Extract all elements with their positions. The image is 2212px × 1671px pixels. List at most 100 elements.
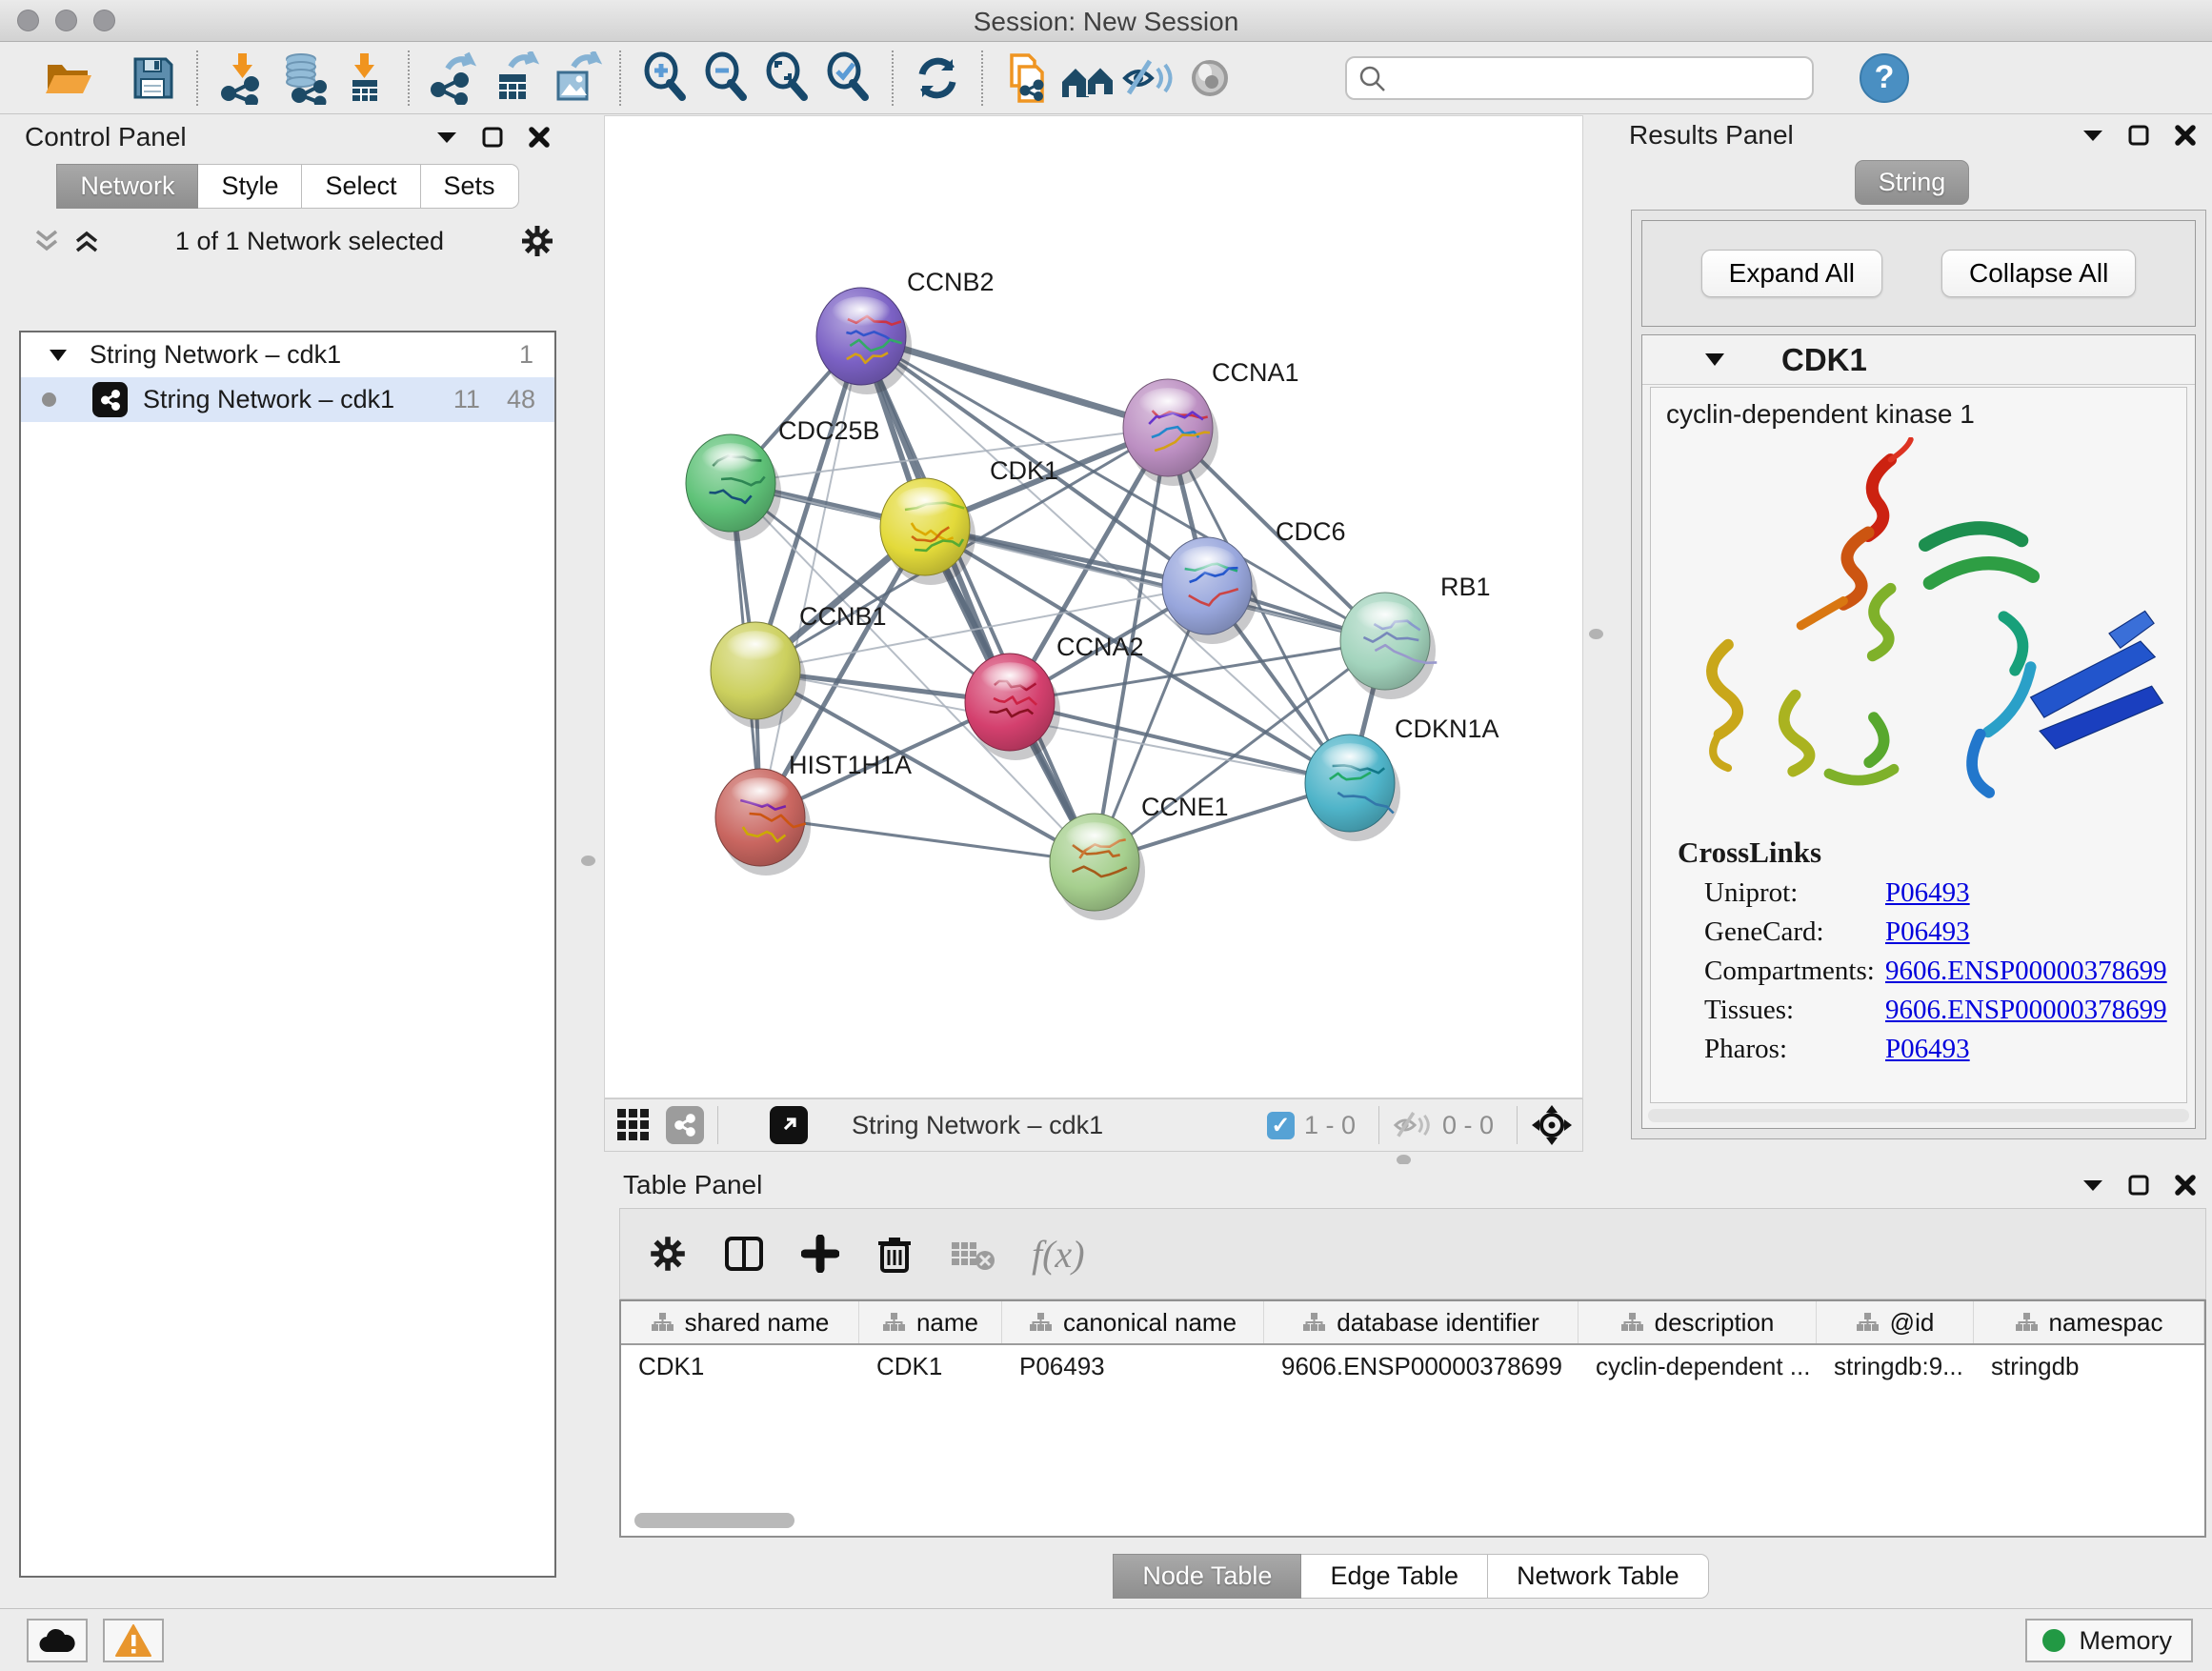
column-type-icon [882,1312,905,1333]
crosslink-value[interactable]: P06493 [1885,916,1970,948]
network-node[interactable]: CCNE1 [1050,793,1229,920]
column-header-shared-name[interactable]: shared name [621,1301,859,1343]
search-input[interactable] [1345,56,1814,100]
network-node[interactable]: RB1 [1340,573,1491,699]
table-tab[interactable]: Network Table [1488,1554,1709,1599]
entry-description: cyclin-dependent kinase 1 [1666,399,2186,430]
zoom-selected-button[interactable] [817,48,878,109]
float-panel-icon[interactable] [482,127,503,148]
column-header-description[interactable]: description [1579,1301,1817,1343]
network-node[interactable]: CCNA1 [1123,358,1299,486]
control-panel-tab[interactable]: Network [56,164,198,209]
column-header-canonical-name[interactable]: canonical name [1002,1301,1264,1343]
node-label: CCNA2 [1056,633,1144,661]
memory-button[interactable]: Memory [2025,1619,2193,1662]
cloud-status-button[interactable] [27,1619,88,1662]
expand-all-icon[interactable] [74,229,99,253]
function-builder-icon[interactable]: f(x) [1032,1232,1085,1277]
hide-selected-button[interactable] [1118,48,1179,109]
protein-structure-image [1652,437,2185,818]
table-tab[interactable]: Node Table [1113,1554,1301,1599]
crosslink-value[interactable]: P06493 [1885,1034,1970,1065]
zoom-fit-button[interactable] [756,48,817,109]
delete-column-trash-icon[interactable] [875,1233,914,1275]
help-button[interactable]: ? [1860,53,1909,103]
results-panel-title: Results Panel [1629,120,1794,151]
node-label: CCNB1 [799,602,887,631]
table-row[interactable]: CDK1CDK1P064939606.ENSP00000378699cyclin… [621,1345,2204,1387]
control-panel-tab[interactable]: Style [198,164,302,209]
network-edge[interactable] [760,336,861,817]
results-tab-string[interactable]: String [1855,160,1970,205]
selected-checkbox-icon[interactable]: ✓ [1267,1112,1295,1139]
network-collection-row[interactable]: String Network – cdk1 1 [21,332,554,377]
import-network-button[interactable] [211,48,272,109]
crosslink-value[interactable]: 9606.ENSP00000378699 [1885,956,2167,987]
column-header--id[interactable]: @id [1817,1301,1974,1343]
network-edge[interactable] [861,336,1095,862]
horizontal-scrollbar-thumb[interactable] [634,1513,794,1528]
panel-menu-icon[interactable] [2082,129,2103,142]
close-panel-icon[interactable] [528,126,551,149]
import-table-button[interactable] [333,48,394,109]
column-header-database-identifier[interactable]: database identifier [1264,1301,1579,1343]
delete-table-icon[interactable] [950,1237,995,1271]
first-neighbors-button[interactable] [1057,48,1118,109]
export-network-button[interactable] [423,48,484,109]
vertical-splitter-handle[interactable] [581,856,595,866]
zoom-in-button[interactable] [634,48,695,109]
panel-menu-icon[interactable] [436,131,457,144]
float-panel-icon[interactable] [2128,125,2149,146]
gear-icon[interactable] [520,224,554,258]
network-view-icon[interactable] [666,1106,704,1144]
toolbar-separator [619,50,621,106]
create-column-plus-icon[interactable] [801,1235,839,1273]
network-node[interactable]: CCNB1 [711,602,887,729]
export-image-button[interactable] [545,48,606,109]
close-panel-icon[interactable] [2174,1174,2197,1197]
save-session-button[interactable] [122,48,183,109]
network-canvas[interactable]: CCNB2CCNA1CDC25BCDK1CDC6RB1CCNB1CCNA2CDK… [604,115,1583,1098]
table-settings-gear-icon[interactable] [649,1235,687,1273]
show-all-button[interactable] [1179,48,1240,109]
result-entry-header[interactable]: CDK1 [1642,335,2195,385]
control-panel-tab[interactable]: Sets [421,164,519,209]
table-tab[interactable]: Edge Table [1301,1554,1488,1599]
collection-count: 1 [519,340,533,370]
grid-view-icon[interactable] [614,1106,653,1144]
network-node[interactable]: CDKN1A [1305,715,1499,841]
panel-menu-icon[interactable] [2082,1178,2103,1192]
results-scrollbar[interactable] [1648,1109,2189,1122]
birds-eye-view-icon[interactable] [1531,1104,1573,1146]
node-label: CDKN1A [1395,715,1499,743]
entry-expand-icon[interactable] [1705,353,1724,366]
node-label: CDC6 [1276,517,1346,546]
crosslink-row: Tissues: 9606.ENSP00000378699 [1704,995,2186,1026]
warnings-button[interactable] [103,1619,164,1662]
column-header-name[interactable]: name [859,1301,1002,1343]
new-network-from-selection-button[interactable] [996,48,1057,109]
network-graph[interactable]: CCNB2CCNA1CDC25BCDK1CDC6RB1CCNB1CCNA2CDK… [605,116,1582,1097]
tree-expand-icon[interactable] [50,350,67,361]
network-node[interactable]: HIST1H1A [715,751,912,876]
network-row[interactable]: String Network – cdk1 11 48 [21,377,554,422]
apply-style-button[interactable] [907,48,968,109]
float-panel-icon[interactable] [2128,1175,2149,1196]
control-panel-tab[interactable]: Select [302,164,420,209]
column-header-namespac[interactable]: namespac [1974,1301,2204,1343]
zoom-out-button[interactable] [695,48,756,109]
close-panel-icon[interactable] [2174,124,2197,147]
collapse-all-button[interactable]: Collapse All [1941,250,2136,297]
crosslink-label: Pharos: [1704,1034,1885,1065]
vertical-splitter-handle[interactable] [1589,629,1603,639]
column-header-label: description [1655,1308,1775,1338]
crosslink-value[interactable]: P06493 [1885,877,1970,909]
export-table-button[interactable] [484,48,545,109]
import-network-from-database-button[interactable] [272,48,333,109]
detach-view-button[interactable] [770,1106,808,1144]
open-session-button[interactable] [38,48,99,109]
collapse-all-icon[interactable] [34,229,59,253]
crosslink-value[interactable]: 9606.ENSP00000378699 [1885,995,2167,1026]
show-columns-icon[interactable] [723,1233,765,1275]
expand-all-button[interactable]: Expand All [1701,250,1882,297]
